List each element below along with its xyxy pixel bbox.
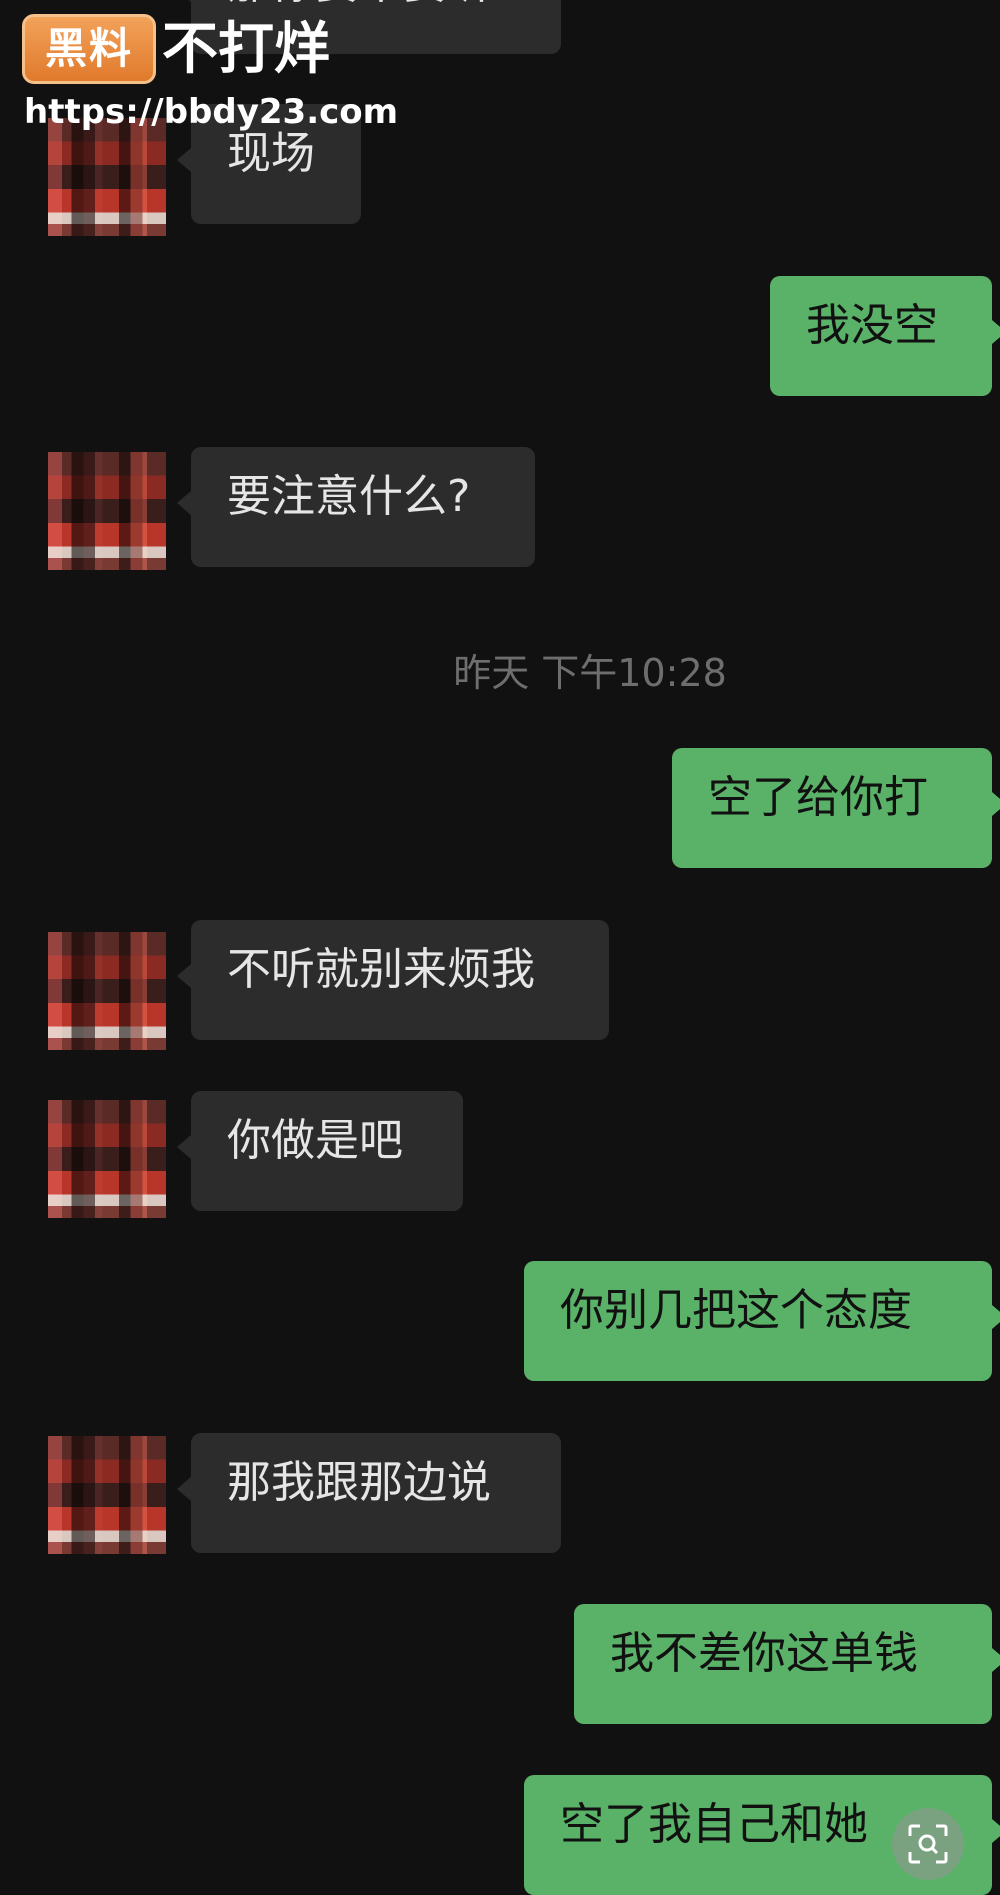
message-bubble-outgoing[interactable]: 我不差你这单钱 — [574, 1604, 1000, 1724]
avatar[interactable] — [48, 118, 166, 236]
scan-button[interactable] — [892, 1808, 964, 1880]
scan-search-icon — [908, 1824, 948, 1864]
watermark-url: https://bbdy23.com — [24, 92, 399, 132]
message-bubble-incoming[interactable]: 那我跟那边说 — [177, 1433, 561, 1553]
watermark-title: 不打烊 — [162, 17, 330, 82]
avatar[interactable] — [48, 932, 166, 1050]
message-bubble-outgoing[interactable]: 你别几把这个态度 — [524, 1261, 1000, 1381]
watermark-logo: 黑料 — [22, 14, 156, 84]
watermark-logo-text: 黑料 — [44, 24, 133, 73]
avatar[interactable] — [48, 452, 166, 570]
message-bubble-outgoing[interactable]: 空了给你打 — [672, 748, 1000, 868]
message-bubble-incoming[interactable]: 不听就别来烦我 — [177, 920, 609, 1040]
message-bubble-incoming[interactable]: 你做是吧 — [177, 1091, 463, 1211]
message-bubble-outgoing[interactable]: 我没空 — [770, 276, 1000, 396]
message-bubble-incoming[interactable]: 要注意什么? — [177, 447, 535, 567]
timestamp: 昨天 下午10:28 — [453, 651, 727, 695]
avatar[interactable] — [48, 1100, 166, 1218]
avatar[interactable] — [48, 1436, 166, 1554]
